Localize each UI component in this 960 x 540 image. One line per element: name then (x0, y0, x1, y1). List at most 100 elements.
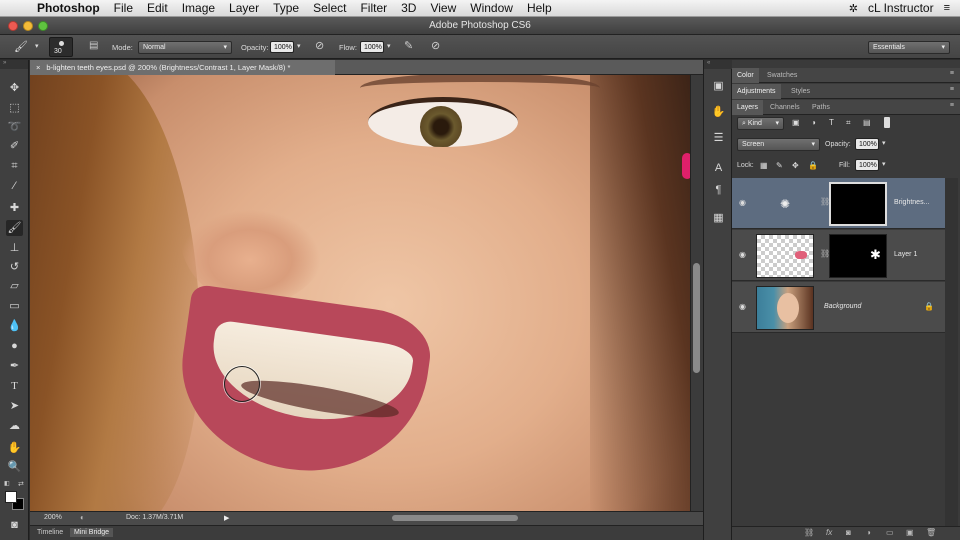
tab-layers[interactable]: Layers (732, 100, 764, 115)
tab-mini-bridge[interactable]: Mini Bridge (70, 528, 114, 537)
tab-styles[interactable]: Styles (786, 84, 815, 99)
default-colors-icon[interactable]: ◧ (4, 480, 10, 487)
layer-mask-thumb[interactable] (829, 182, 887, 226)
layer-name[interactable]: Background (824, 303, 861, 310)
mode-dropdown[interactable]: Normal (138, 41, 232, 54)
pen-tool-icon[interactable]: ✒ (6, 358, 23, 374)
zoom-tool-icon[interactable]: 🔍 (6, 459, 23, 475)
pressure-opacity-icon[interactable]: ⊘ (315, 39, 324, 52)
pressure-size-icon[interactable]: ⊘ (431, 39, 440, 52)
tool-presets-panel-icon[interactable]: ☰ (710, 130, 727, 146)
delete-layer-icon[interactable]: 🗑 (926, 528, 936, 537)
quick-selection-tool-icon[interactable]: ✐ (6, 138, 23, 154)
brush-tool-icon[interactable]: 🖌 (14, 40, 28, 53)
filter-type-icon[interactable]: T (829, 118, 834, 127)
layer-name[interactable]: Layer 1 (894, 251, 917, 258)
tab-adjustments[interactable]: Adjustments (732, 84, 781, 99)
history-panel-icon[interactable]: ▣ (710, 78, 727, 94)
menu-help[interactable]: Help (520, 1, 559, 15)
toolbar-grip[interactable]: » (0, 60, 28, 69)
filter-toggle-icon[interactable] (884, 117, 890, 128)
hand-tool-icon[interactable]: ✋ (6, 440, 23, 456)
close-tab-icon[interactable]: × (36, 63, 40, 72)
quick-mask-icon[interactable]: ◙ (6, 517, 23, 533)
menu-filter[interactable]: Filter (353, 1, 394, 15)
healing-brush-tool-icon[interactable]: ✚ (6, 200, 23, 216)
clone-stamp-tool-icon[interactable]: ⊥ (6, 240, 23, 256)
lock-position-icon[interactable]: ✥ (792, 161, 799, 170)
menu-view[interactable]: View (423, 1, 463, 15)
opacity-chevron-icon[interactable]: ▾ (297, 42, 301, 50)
blur-tool-icon[interactable]: 💧 (6, 318, 23, 334)
brush-tool-icon[interactable]: 🖌 (6, 220, 23, 236)
foreground-color-swatch[interactable] (5, 491, 17, 503)
gradient-tool-icon[interactable]: ▭ (6, 298, 23, 314)
character-panel-icon[interactable]: A (710, 160, 727, 176)
canvas-vertical-scrollbar[interactable] (690, 75, 703, 511)
marquee-tool-icon[interactable]: ⬚ (6, 100, 23, 116)
menu-select[interactable]: Select (306, 1, 353, 15)
crop-tool-icon[interactable]: ⌗ (6, 158, 23, 174)
layers-panel-menu-icon[interactable]: ≡ (950, 102, 954, 109)
brush-panel-icon[interactable]: ▤ (89, 40, 98, 51)
workspace-dropdown[interactable]: Essentials (868, 41, 950, 54)
flow-field[interactable]: 100% (360, 41, 384, 53)
visibility-eye-icon[interactable]: ◉ (739, 198, 749, 207)
menu-app[interactable]: Photoshop (30, 1, 107, 15)
new-group-icon[interactable]: ▭ (886, 528, 894, 537)
filter-shape-icon[interactable]: ⌗ (846, 118, 851, 128)
add-mask-icon[interactable]: ◙ (846, 528, 851, 537)
tab-paths[interactable]: Paths (807, 100, 835, 115)
strip-grip[interactable]: « (704, 60, 732, 69)
user-name[interactable]: cL Instructor (868, 1, 934, 15)
visibility-eye-icon[interactable]: ◉ (739, 302, 749, 311)
layer-style-fx-icon[interactable]: fx (826, 528, 832, 537)
layer-row-layer-1[interactable]: ◉ ⛓ ✱ Layer 1 (732, 230, 945, 281)
lasso-tool-icon[interactable]: ➰ (6, 119, 23, 135)
menu-window[interactable]: Window (463, 1, 520, 15)
fill-field[interactable]: 100% (855, 159, 879, 171)
tool-preset-chevron-icon[interactable]: ▾ (35, 42, 39, 50)
menu-edit[interactable]: Edit (140, 1, 175, 15)
info-icon[interactable]: ◐ (80, 513, 85, 522)
adjustments-panel-menu-icon[interactable]: ≡ (950, 86, 954, 93)
vertical-scroll-thumb[interactable] (693, 263, 700, 373)
flow-chevron-icon[interactable]: ▾ (387, 42, 391, 50)
layer-name[interactable]: Brightnes... (894, 199, 929, 206)
blend-mode-dropdown[interactable]: Screen (737, 138, 820, 151)
tab-swatches[interactable]: Swatches (762, 68, 802, 83)
eraser-tool-icon[interactable]: ▱ (6, 278, 23, 294)
dodge-tool-icon[interactable]: ● (6, 338, 23, 354)
menu-file[interactable]: File (107, 1, 140, 15)
brush-presets-panel-icon[interactable]: ▦ (710, 210, 727, 226)
airbrush-icon[interactable]: ✎ (404, 39, 413, 52)
filter-smart-object-icon[interactable]: ▤ (863, 118, 871, 127)
layer-1-mask-thumb[interactable]: ✱ (829, 234, 887, 278)
opacity-field[interactable]: 100% (270, 41, 294, 53)
tab-timeline[interactable]: Timeline (33, 528, 67, 537)
zoom-level[interactable]: 200% (44, 514, 62, 521)
lock-image-icon[interactable]: ✎ (776, 161, 783, 170)
tab-color[interactable]: Color (732, 68, 759, 83)
layer-row-brightness-contrast[interactable]: ◉ ✺ ⛓ Brightnes... (732, 178, 945, 229)
type-tool-icon[interactable]: T (6, 378, 23, 394)
menu-type[interactable]: Type (266, 1, 306, 15)
layer-opacity-field[interactable]: 100% (855, 138, 879, 150)
swap-colors-icon[interactable]: ⇄ (18, 480, 24, 488)
layer-filter-kind-dropdown[interactable]: ⌕ Kind (737, 117, 784, 130)
document-tab[interactable]: × b-lighten teeth eyes.psd @ 200% (Bright… (30, 60, 335, 75)
document-canvas[interactable] (30, 75, 690, 511)
visibility-eye-icon[interactable]: ◉ (739, 250, 749, 259)
lock-transparent-icon[interactable]: ▦ (760, 161, 768, 170)
new-adjustment-icon[interactable]: ◑ (866, 528, 871, 537)
eyedropper-tool-icon[interactable]: ⁄ (6, 178, 23, 194)
menu-extras-icon[interactable]: ≡ (944, 2, 950, 14)
actions-panel-icon[interactable]: ✋ (710, 104, 727, 120)
fill-chevron-icon[interactable]: ▾ (882, 160, 886, 168)
horizontal-scroll-thumb[interactable] (392, 515, 518, 521)
move-tool-icon[interactable]: ✥ (6, 80, 23, 96)
menu-3d[interactable]: 3D (394, 1, 423, 15)
filter-adjustment-icon[interactable]: ◑ (811, 118, 816, 127)
tab-channels[interactable]: Channels (765, 100, 805, 115)
paragraph-panel-icon[interactable]: ¶ (710, 182, 727, 198)
